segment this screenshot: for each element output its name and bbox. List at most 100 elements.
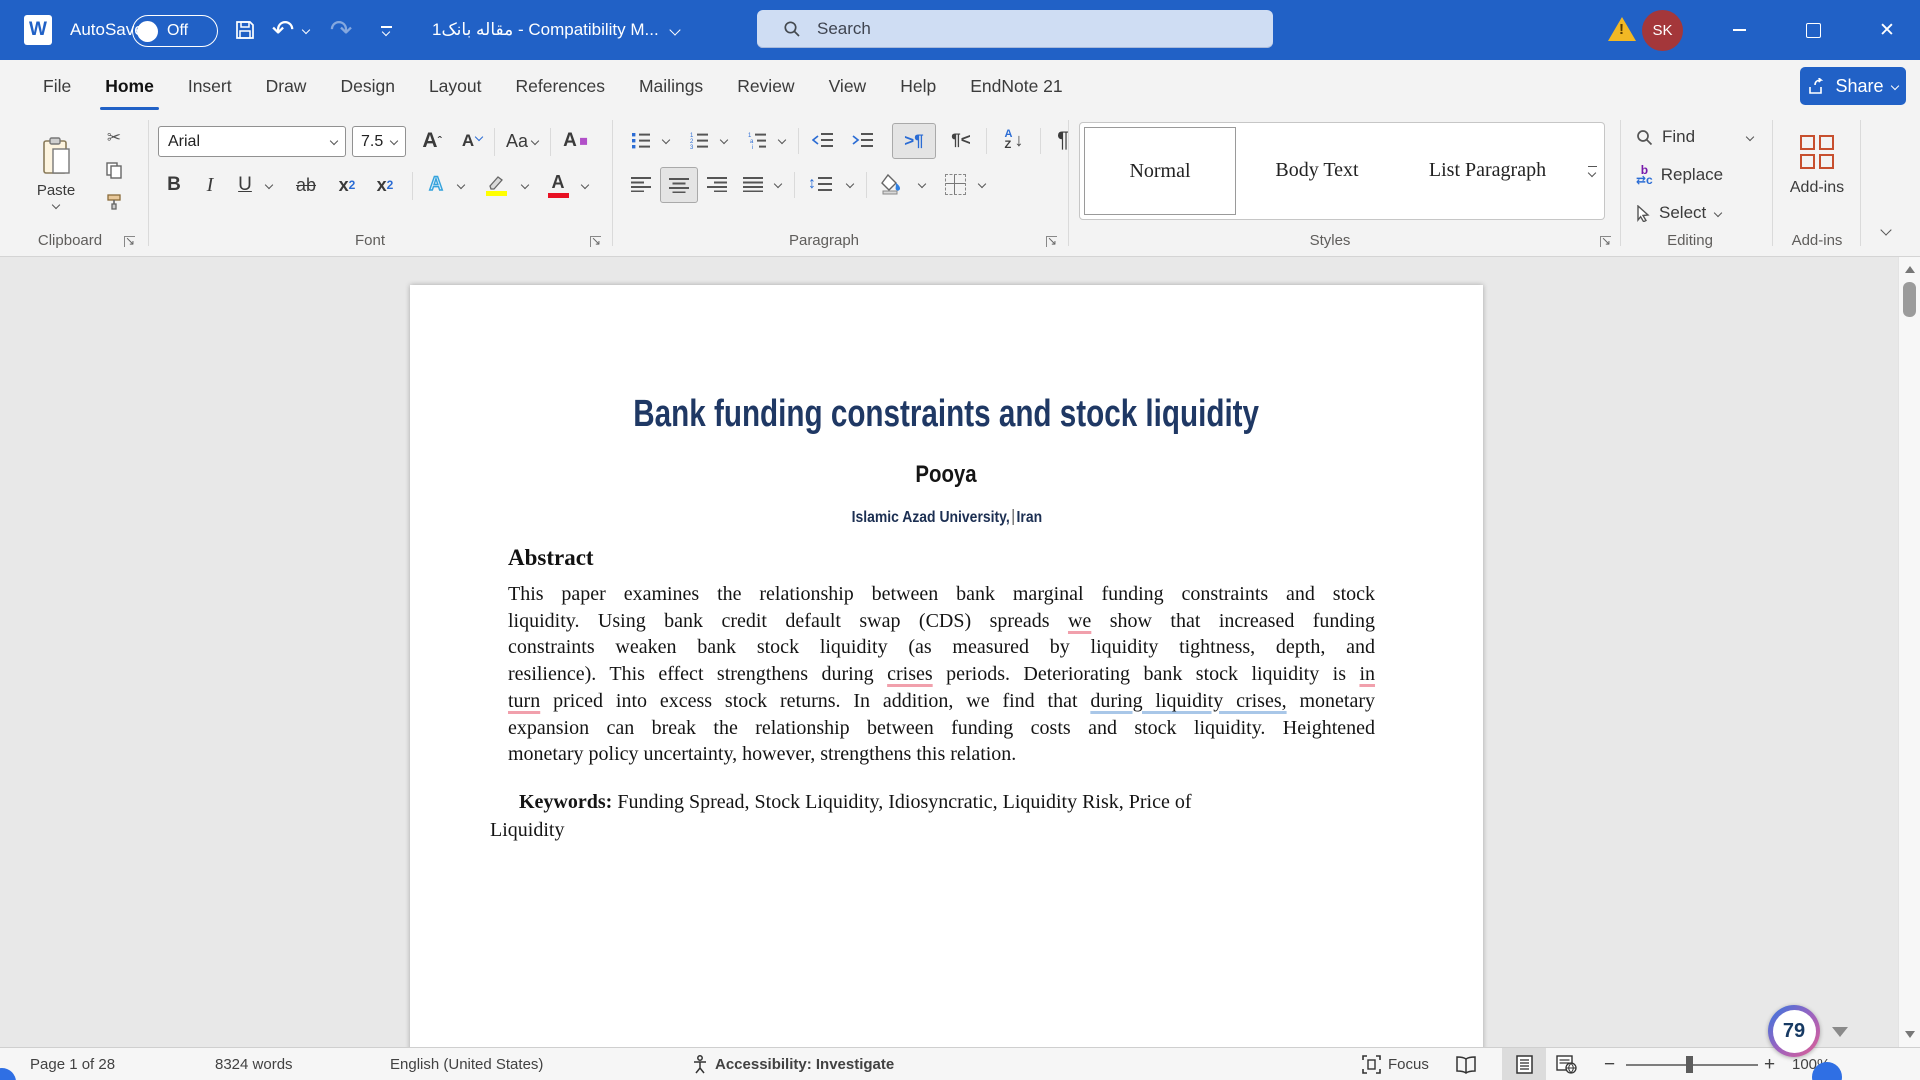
undo-button[interactable]: ↶ — [268, 0, 298, 60]
paragraph-dialog-launcher[interactable]: ↘ — [1046, 236, 1057, 247]
align-left-button[interactable] — [626, 170, 656, 198]
shrink-font-button[interactable]: A — [454, 126, 490, 156]
tab-endnote-21[interactable]: EndNote 21 — [953, 60, 1079, 112]
customize-qat-button[interactable] — [374, 0, 398, 60]
font-color-button[interactable]: A — [542, 168, 574, 202]
read-mode-button[interactable] — [1455, 1048, 1477, 1080]
font-color-dropdown[interactable] — [576, 170, 594, 200]
ltr-paragraph-button[interactable]: >¶ — [892, 123, 936, 159]
save-button[interactable] — [228, 0, 262, 60]
text-effects-dropdown[interactable] — [452, 170, 470, 200]
autosave-toggle[interactable]: Off — [132, 15, 218, 47]
rtl-paragraph-button[interactable]: ¶< — [942, 126, 980, 154]
redo-button[interactable]: ↷ — [326, 0, 356, 60]
avatar[interactable]: SK — [1642, 10, 1683, 51]
strikethrough-button[interactable]: ab — [288, 170, 324, 200]
bullets-button[interactable] — [626, 126, 656, 154]
justify-button[interactable] — [738, 170, 768, 198]
bullets-dropdown[interactable] — [658, 126, 674, 154]
find-dropdown[interactable] — [1740, 122, 1760, 152]
cut-button[interactable]: ✂ — [100, 126, 128, 150]
page-indicator[interactable]: Page 1 of 28 — [30, 1048, 115, 1080]
search-input[interactable]: Search — [757, 10, 1273, 48]
numbering-dropdown[interactable] — [716, 126, 732, 154]
change-case-button[interactable]: Aa — [500, 126, 544, 156]
paste-button[interactable]: Paste — [30, 120, 82, 224]
highlight-dropdown[interactable] — [516, 170, 534, 200]
align-center-button[interactable] — [660, 167, 698, 203]
language-indicator[interactable]: English (United States) — [390, 1048, 543, 1080]
font-dialog-launcher[interactable]: ↘ — [590, 236, 601, 247]
tab-design[interactable]: Design — [323, 60, 411, 112]
sort-button[interactable]: AZ ↓ — [994, 124, 1034, 156]
replace-button[interactable]: b⇄c Replace — [1636, 160, 1760, 190]
superscript-button[interactable]: x2 — [368, 170, 402, 200]
accessibility-status[interactable]: Accessibility: Investigate — [692, 1048, 894, 1080]
zoom-in-button[interactable]: + — [1764, 1048, 1775, 1080]
document-canvas[interactable]: Bank funding constraints and stock liqui… — [0, 257, 1899, 1047]
tab-help[interactable]: Help — [883, 60, 953, 112]
web-layout-button[interactable] — [1556, 1048, 1577, 1080]
increase-indent-button[interactable] — [846, 126, 880, 154]
select-button[interactable]: Select — [1636, 198, 1746, 228]
print-layout-button[interactable] — [1502, 1048, 1546, 1080]
word-count[interactable]: 8324 words — [215, 1048, 293, 1080]
format-painter-button[interactable] — [100, 190, 128, 214]
multilevel-list-button[interactable]: 1ai — [742, 126, 772, 154]
warning-icon[interactable] — [1608, 17, 1636, 41]
tab-draw[interactable]: Draw — [249, 60, 324, 112]
style-normal[interactable]: Normal — [1084, 127, 1236, 215]
style-body-text[interactable]: Body Text — [1242, 127, 1392, 213]
clear-formatting-button[interactable]: A◆ — [556, 126, 596, 156]
scroll-down-icon[interactable] — [1905, 1031, 1915, 1038]
scroll-up-icon[interactable] — [1905, 266, 1915, 273]
underline-dropdown[interactable] — [260, 170, 278, 200]
vertical-scrollbar[interactable] — [1898, 257, 1920, 1047]
align-right-button[interactable] — [702, 170, 732, 198]
undo-dropdown[interactable] — [298, 0, 314, 60]
clipboard-dialog-launcher[interactable]: ↘ — [124, 236, 135, 247]
tab-file[interactable]: File — [26, 60, 88, 112]
close-button[interactable]: ✕ — [1864, 0, 1910, 60]
line-spacing-dropdown[interactable] — [842, 170, 858, 198]
addins-button[interactable]: Add-ins — [1778, 122, 1856, 210]
tab-home[interactable]: Home — [88, 60, 171, 112]
styles-dialog-launcher[interactable]: ↘ — [1600, 236, 1611, 247]
zoom-out-button[interactable]: − — [1604, 1048, 1615, 1080]
styles-gallery-more-button[interactable] — [1580, 122, 1605, 220]
numbering-button[interactable]: 123 — [684, 126, 714, 154]
tab-mailings[interactable]: Mailings — [622, 60, 720, 112]
grow-font-button[interactable]: Aˆ — [414, 126, 450, 156]
scrollbar-thumb[interactable] — [1903, 282, 1916, 317]
document-page[interactable]: Bank funding constraints and stock liqui… — [410, 285, 1483, 1047]
collapse-ribbon-button[interactable] — [1872, 216, 1900, 244]
style-list-paragraph[interactable]: List Paragraph — [1400, 127, 1575, 213]
underline-button[interactable]: U — [232, 170, 258, 200]
borders-dropdown[interactable] — [974, 170, 990, 198]
focus-mode-button[interactable]: Focus — [1362, 1048, 1429, 1080]
italic-button[interactable]: I — [196, 170, 224, 200]
borders-button[interactable] — [938, 168, 972, 200]
tab-layout[interactable]: Layout — [412, 60, 499, 112]
highlight-button[interactable] — [478, 168, 514, 202]
font-name-combobox[interactable]: Arial — [158, 126, 346, 157]
tab-insert[interactable]: Insert — [171, 60, 249, 112]
maximize-button[interactable] — [1790, 0, 1836, 60]
decrease-indent-button[interactable] — [806, 126, 840, 154]
bold-button[interactable]: B — [160, 170, 188, 200]
text-effects-button[interactable]: A — [420, 170, 452, 200]
minimize-button[interactable] — [1716, 0, 1762, 60]
copy-button[interactable] — [100, 158, 128, 182]
tab-review[interactable]: Review — [720, 60, 811, 112]
subscript-button[interactable]: x2 — [330, 170, 364, 200]
multilevel-dropdown[interactable] — [774, 126, 790, 154]
shading-button[interactable] — [874, 167, 910, 201]
tab-view[interactable]: View — [812, 60, 884, 112]
zoom-slider-handle[interactable] — [1686, 1056, 1693, 1073]
line-spacing-button[interactable]: ↕ — [802, 170, 838, 198]
tab-references[interactable]: References — [498, 60, 622, 112]
document-title-area[interactable]: مقاله بانک1 - Compatibility M... — [432, 0, 679, 60]
find-button[interactable]: Find — [1636, 122, 1746, 152]
share-button[interactable]: Share — [1800, 67, 1906, 105]
show-paragraph-marks-button[interactable]: ¶ — [1046, 124, 1080, 156]
